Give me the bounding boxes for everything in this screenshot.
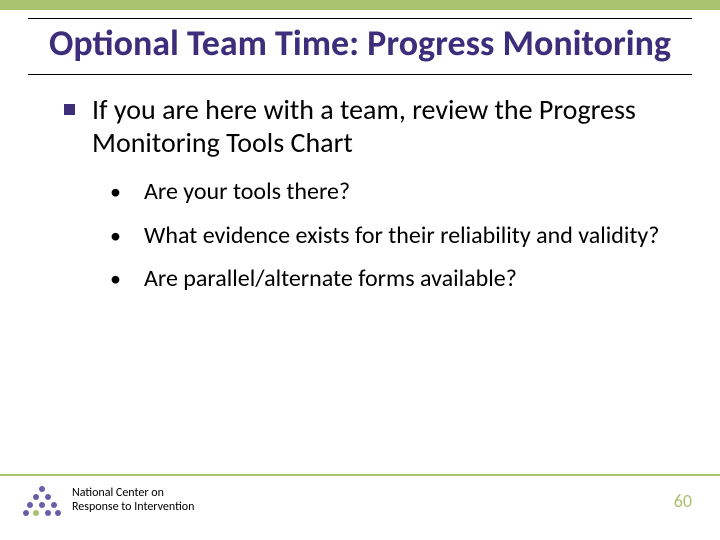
sub-bullet-text: What evidence exists for their reliabili… xyxy=(144,221,659,250)
list-item: • What evidence exists for their reliabi… xyxy=(110,221,670,250)
dot-bullet-icon: • xyxy=(110,179,121,206)
sub-bullet-list: • Are your tools there? • What evidence … xyxy=(64,177,670,293)
sub-bullet-text: Are parallel/alternate forms available? xyxy=(144,264,517,293)
footer: National Center on Response to Intervent… xyxy=(0,474,720,526)
sub-bullet-text: Are your tools there? xyxy=(144,177,350,206)
org-line-2: Response to Intervention xyxy=(72,501,194,515)
list-item: • Are parallel/alternate forms available… xyxy=(110,264,670,293)
square-bullet-icon xyxy=(64,104,75,115)
dot-bullet-icon: • xyxy=(110,223,121,250)
org-line-1: National Center on xyxy=(72,487,194,501)
org-name: National Center on Response to Intervent… xyxy=(72,487,194,515)
slide-title: Optional Team Time: Progress Monitoring xyxy=(0,19,720,70)
top-accent-bar xyxy=(0,0,720,10)
footer-left: National Center on Response to Intervent… xyxy=(22,484,194,518)
main-bullet-text: If you are here with a team, review the … xyxy=(92,92,636,160)
logo-icon xyxy=(22,484,62,518)
page-number: 60 xyxy=(674,490,692,512)
dot-bullet-icon: • xyxy=(110,266,121,293)
list-item: • Are your tools there? xyxy=(110,177,670,206)
footer-rule xyxy=(0,474,720,476)
main-bullet: If you are here with a team, review the … xyxy=(64,93,670,159)
footer-inner: National Center on Response to Intervent… xyxy=(0,484,720,518)
content-area: If you are here with a team, review the … xyxy=(0,75,720,293)
